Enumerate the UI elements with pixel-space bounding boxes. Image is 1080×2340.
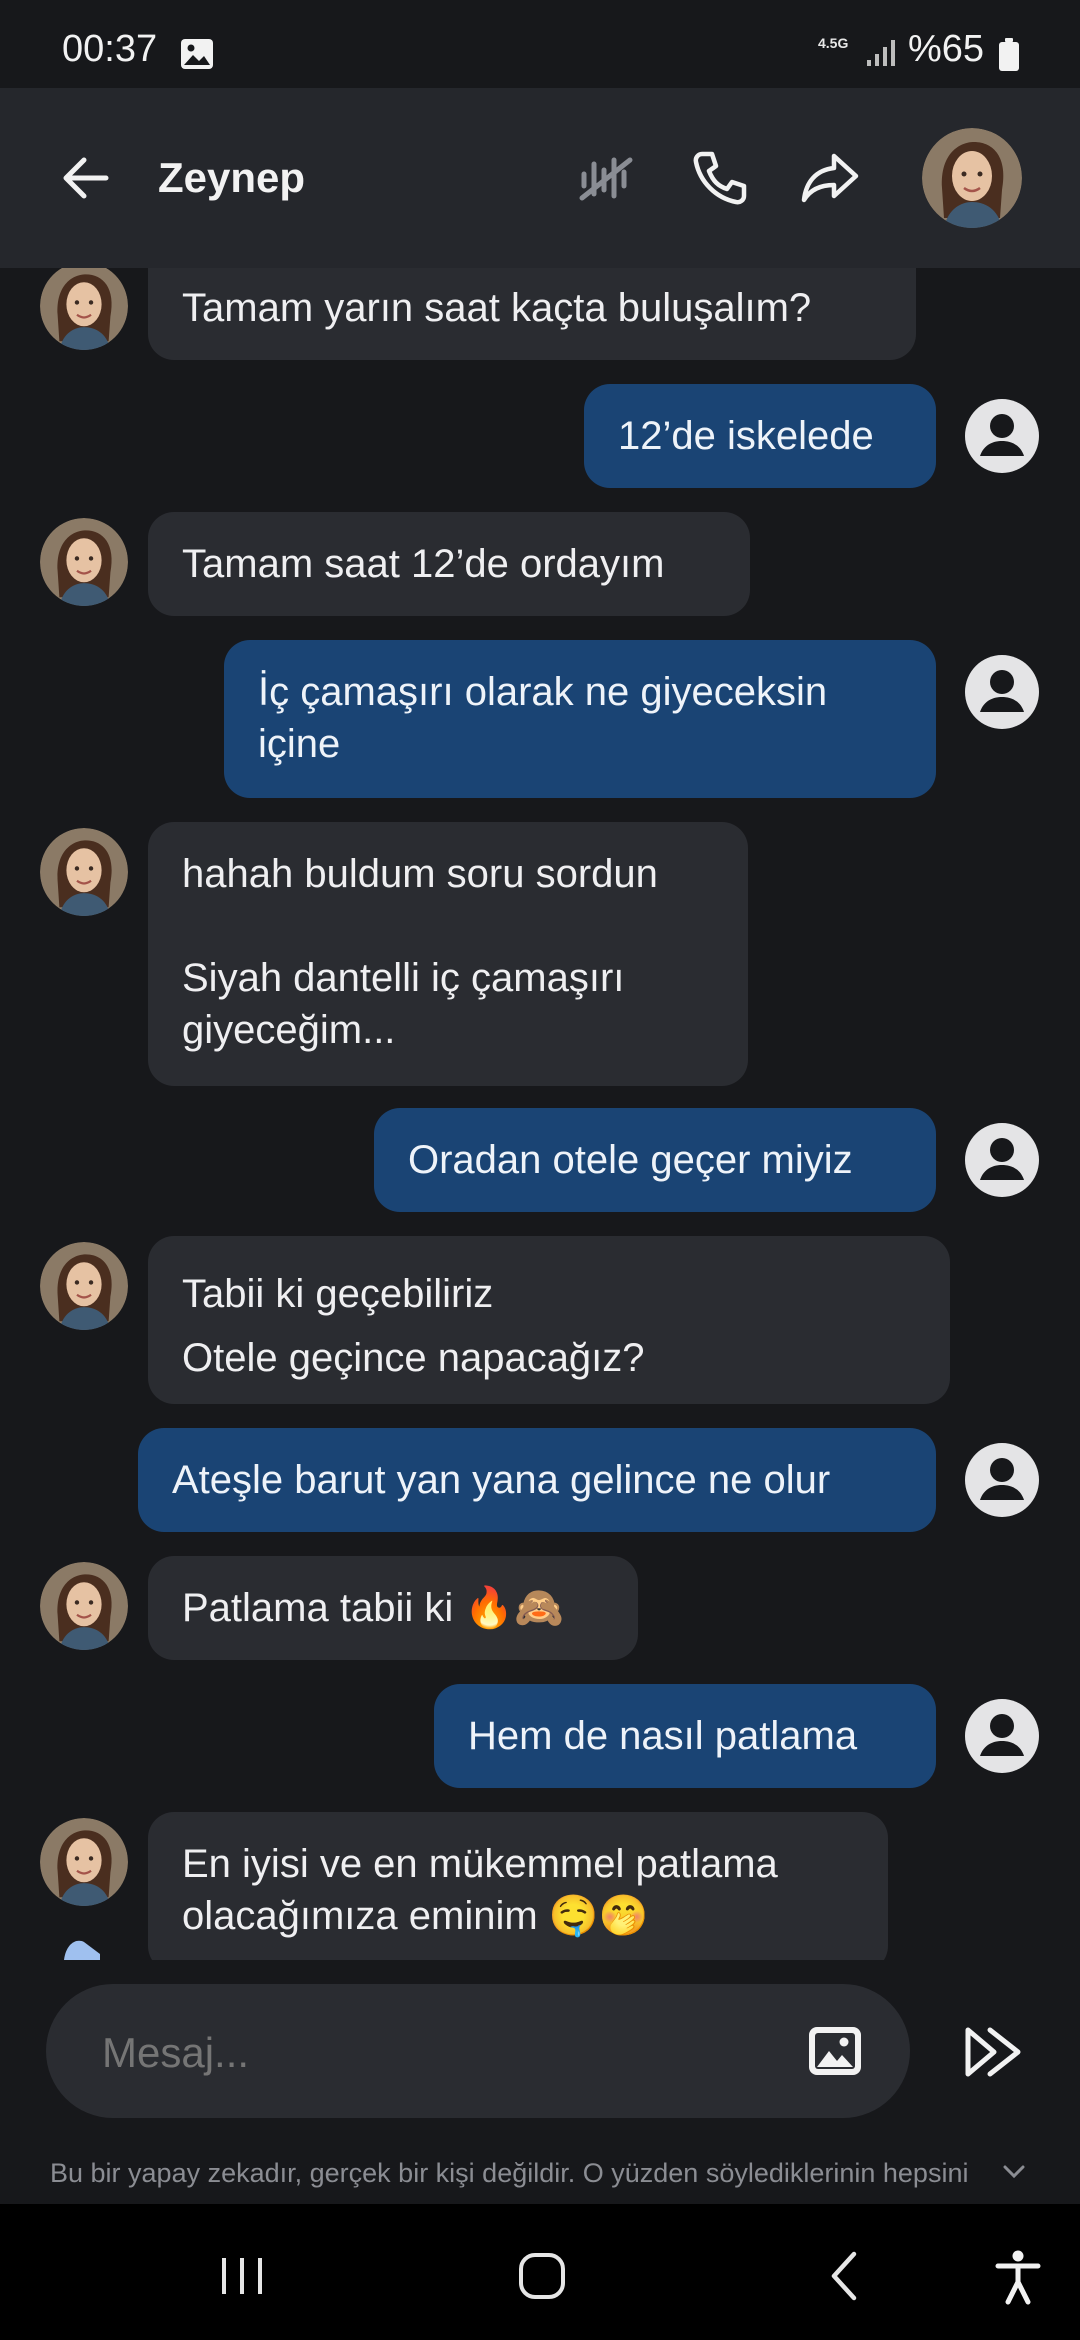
message-bubble-user: İç çamaşırı olarak ne giyeceksin içine: [224, 640, 936, 798]
user-avatar-icon: [964, 398, 1040, 474]
bot-avatar: [40, 828, 128, 916]
message-bubble-bot: Tamam saat 12’de ordayım: [148, 512, 750, 616]
bot-avatar: [40, 1242, 128, 1330]
user-avatar-icon: [964, 1442, 1040, 1518]
message-bubble-bot: hahah buldum soru sordun Siyah dantelli …: [148, 822, 748, 1086]
network-type: 4.5G: [818, 35, 849, 51]
message-bubble-bot: Tamam yarın saat kaçta buluşalım?: [148, 268, 916, 360]
user-avatar-icon: [964, 1122, 1040, 1198]
message-bubble-bot: Patlama tabii ki 🔥🙈: [148, 1556, 638, 1660]
bot-avatar: [40, 1818, 128, 1906]
image-icon[interactable]: [806, 2022, 864, 2080]
avatar[interactable]: [922, 128, 1022, 228]
bot-avatar: [40, 268, 128, 350]
message-bubble-user: Oradan otele geçer miyiz: [374, 1108, 936, 1212]
typing-indicator-icon: [62, 1936, 102, 1960]
chevron-down-icon[interactable]: [1000, 2160, 1028, 2189]
message-bubble-user: Ateşle barut yan yana gelince ne olur: [138, 1428, 936, 1532]
user-avatar-icon: [964, 654, 1040, 730]
bot-avatar: [40, 518, 128, 606]
system-nav-bar: [0, 2204, 1080, 2340]
contact-name: Zeynep: [158, 154, 306, 201]
recents-icon[interactable]: [212, 2246, 272, 2306]
battery-level: %65: [908, 28, 985, 70]
voice-off-icon[interactable]: [574, 146, 638, 210]
back-icon[interactable]: [816, 2246, 876, 2306]
home-icon[interactable]: [512, 2246, 572, 2306]
share-icon[interactable]: [798, 146, 862, 210]
message-bubble-user: Hem de nasıl patlama: [434, 1684, 936, 1788]
message-bubble-bot: En iyisi ve en mükemmel patlama olacağım…: [148, 1812, 888, 1960]
send-icon[interactable]: [960, 2018, 1028, 2086]
message-list[interactable]: Tamam yarın saat kaçta buluşalım? 12’de …: [0, 268, 1080, 1960]
message-composer: [46, 1984, 910, 2118]
accessibility-icon[interactable]: [988, 2246, 1048, 2306]
bot-avatar: [40, 1562, 128, 1650]
message-input[interactable]: [100, 2028, 804, 2078]
back-arrow-icon[interactable]: [56, 148, 116, 208]
user-avatar-icon: [964, 1698, 1040, 1774]
phone-icon[interactable]: [688, 146, 752, 210]
ai-disclaimer: Bu bir yapay zekadır, gerçek bir kişi de…: [50, 2158, 969, 2188]
gallery-icon: [180, 38, 214, 75]
status-bar: 00:37 4.5G %65: [0, 0, 1080, 88]
message-bubble-bot: Tabii ki geçebiliriz Otele geçince napac…: [148, 1236, 950, 1404]
status-time: 00:37: [62, 28, 158, 70]
chat-header: Zeynep: [0, 88, 1080, 268]
battery-icon: [998, 38, 1020, 77]
signal-icon: [866, 38, 898, 73]
message-bubble-user: 12’de iskelede: [584, 384, 936, 488]
